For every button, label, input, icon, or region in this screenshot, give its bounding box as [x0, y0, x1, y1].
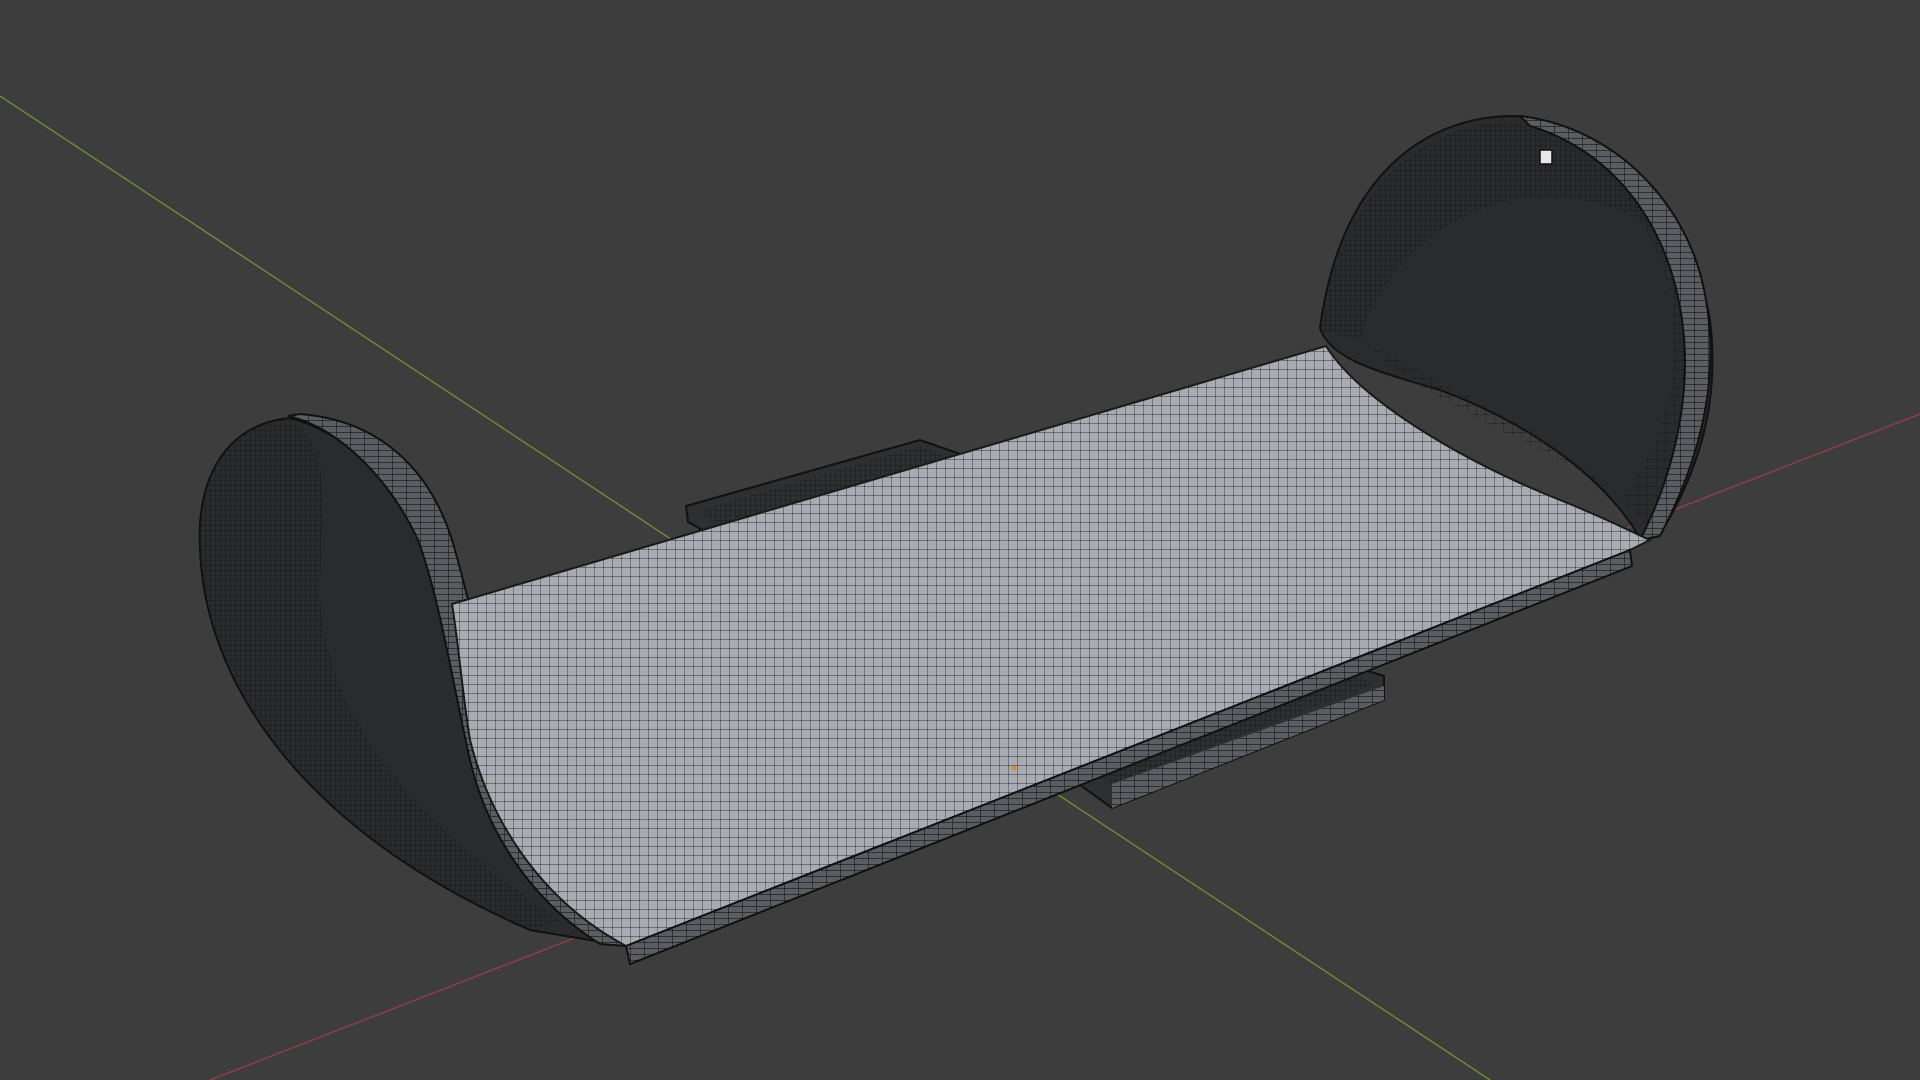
mesh-marker-icon: [1539, 149, 1553, 165]
3d-viewport[interactable]: [0, 0, 1920, 1080]
selected-vertex[interactable]: [1011, 765, 1017, 771]
deck-top-surface[interactable]: [450, 344, 1653, 948]
viewport-canvas[interactable]: [0, 0, 1920, 1080]
